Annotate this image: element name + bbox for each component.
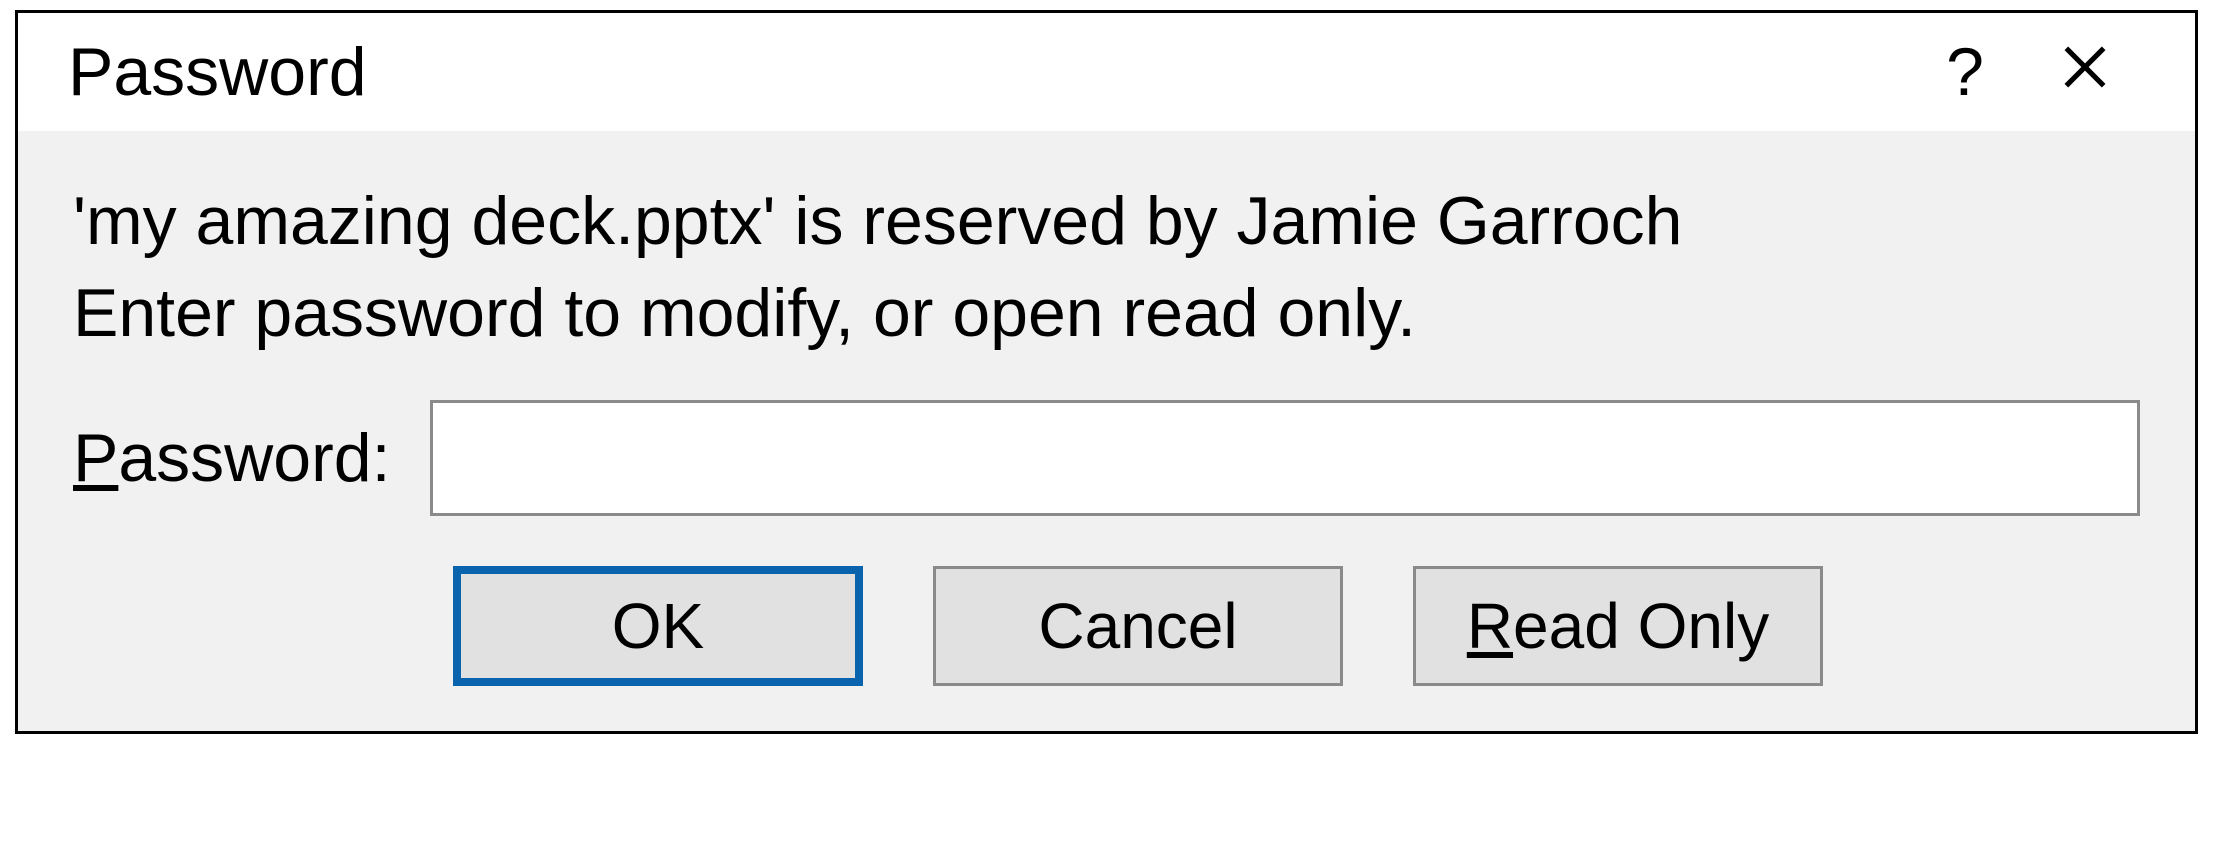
dialog-body: 'my amazing deck.pptx' is reserved by Ja… [18, 131, 2195, 526]
password-dialog: Password ? 'my amazing deck.pptx' is res… [15, 10, 2198, 734]
message-line-1: 'my amazing deck.pptx' is reserved by Ja… [73, 176, 2140, 268]
reserved-message: 'my amazing deck.pptx' is reserved by Ja… [73, 176, 2140, 360]
read-only-accesskey: R [1467, 590, 1513, 662]
password-label-rest: assword: [118, 420, 390, 496]
message-line-2: Enter password to modify, or open read o… [73, 268, 2140, 360]
password-field-row: Password: [73, 400, 2140, 516]
read-only-button[interactable]: Read Only [1413, 566, 1823, 686]
titlebar: Password ? [18, 13, 2195, 131]
password-input[interactable] [430, 400, 2140, 516]
button-row: OK Cancel Read Only [398, 526, 2195, 731]
dialog-title: Password [68, 33, 1905, 111]
close-icon[interactable] [2025, 33, 2145, 111]
password-label-accesskey: P [73, 420, 118, 496]
cancel-button[interactable]: Cancel [933, 566, 1343, 686]
password-label: Password: [73, 419, 390, 497]
help-icon[interactable]: ? [1905, 33, 2025, 111]
read-only-rest: ead Only [1513, 590, 1769, 662]
ok-button[interactable]: OK [453, 566, 863, 686]
